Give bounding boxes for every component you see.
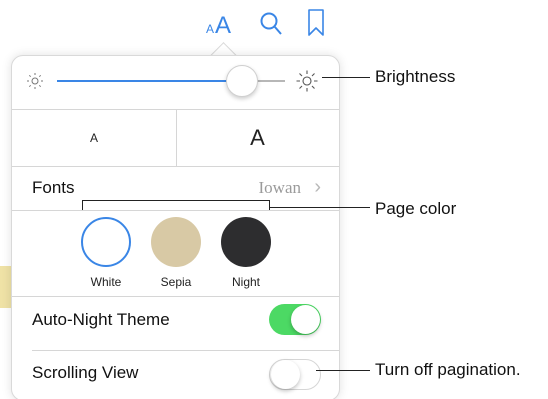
chevron-right-icon: › (314, 176, 321, 198)
theme-night-swatch[interactable] (221, 217, 271, 267)
display-settings-popover: A A Fonts Iowan › White Sepia Night Auto… (11, 55, 340, 399)
font-size-icon-large: A (215, 12, 232, 39)
fonts-row[interactable]: Fonts Iowan › (12, 166, 339, 210)
divider (32, 350, 339, 351)
pagination-callout-line (316, 370, 370, 371)
pagination-callout: Turn off pagination. (375, 360, 521, 379)
search-icon[interactable] (259, 11, 283, 42)
toggle-knob (271, 360, 300, 389)
theme-white-label: White (90, 275, 122, 289)
auto-night-theme-label: Auto-Night Theme (32, 310, 170, 329)
divider (12, 210, 339, 211)
brightness-low-icon (26, 72, 44, 95)
page-color-bracket (82, 200, 270, 201)
brightness-callout: Brightness (375, 67, 456, 86)
divider (12, 296, 339, 297)
theme-white-swatch[interactable] (81, 217, 131, 267)
bookmark-icon[interactable] (307, 9, 325, 42)
scrolling-view-toggle[interactable] (269, 359, 321, 390)
theme-sepia-label: Sepia (160, 275, 192, 289)
page-color-bracket-left (82, 200, 83, 210)
decrease-font-size-button[interactable]: A (12, 110, 176, 166)
brightness-high-icon (295, 69, 319, 98)
current-font-value: Iowan (258, 178, 301, 197)
brightness-slider-fill[interactable] (57, 80, 241, 82)
fonts-label: Fonts (32, 178, 75, 197)
ibooks-display-settings-screen: A A A A Fonts Iowan › White Sepia Night … (0, 0, 548, 399)
auto-night-theme-toggle[interactable] (269, 304, 321, 335)
page-color-bracket-right (269, 200, 270, 210)
page-color-callout-line (270, 207, 370, 208)
scrolling-view-label: Scrolling View (32, 363, 139, 382)
increase-font-size-button[interactable]: A (176, 110, 339, 166)
theme-sepia-swatch[interactable] (151, 217, 201, 267)
brightness-slider-thumb[interactable] (226, 65, 258, 97)
font-size-icon[interactable]: A A (206, 12, 231, 40)
brightness-callout-line (322, 77, 370, 78)
page-color-callout: Page color (375, 199, 457, 218)
toggle-knob (291, 305, 320, 334)
theme-night-label: Night (231, 275, 260, 289)
font-size-icon-small: A (206, 22, 215, 36)
